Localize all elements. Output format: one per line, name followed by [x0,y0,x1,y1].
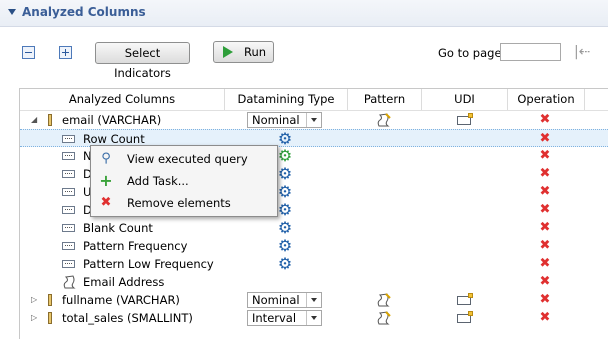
table-row[interactable]: ◢ email (VARCHAR) Nominal ✖ [20,111,608,129]
collapse-triangle-icon[interactable] [8,9,16,15]
row-label: Pattern Low Frequency [83,257,214,271]
delete-icon[interactable]: ✖ [538,167,552,181]
pattern-icon[interactable] [376,112,392,128]
gear-icon[interactable]: ⚙ [277,237,293,255]
expanded-triangle-icon[interactable]: ◢ [31,116,37,124]
row-label: Email Address [83,275,165,289]
column-icon [48,294,52,306]
row-label: Blank Count [83,221,153,235]
collapsed-triangle-icon[interactable]: ▷ [31,296,37,304]
indicator-icon [62,135,75,143]
table-row[interactable]: ▷ fullname (VARCHAR) Nominal ✖ [20,291,608,309]
expand-all-icon[interactable] [59,46,72,59]
column-icon [48,114,52,126]
delete-icon[interactable]: ✖ [538,293,552,307]
table-row[interactable]: Pattern Low Frequency ⚙ ✖ [20,255,608,273]
menu-item-add-task[interactable]: + Add Task... [91,170,277,192]
delete-icon[interactable]: ✖ [538,113,552,127]
datamining-type-select[interactable]: Nominal [247,112,322,128]
datamining-value: Nominal [252,113,300,127]
datamining-value: Nominal [252,293,300,307]
header-analyzed-columns[interactable]: Analyzed Columns [20,89,225,110]
indicator-icon [62,224,75,232]
delete-icon[interactable]: ✖ [538,221,552,235]
add-icon: + [99,171,113,190]
delete-icon[interactable]: ✖ [538,203,552,217]
section-header[interactable]: Analyzed Columns [0,0,608,27]
row-label: Pattern Frequency [83,239,188,253]
section-title: Analyzed Columns [22,5,146,19]
datamining-value: Interval [252,311,297,325]
gear-icon[interactable]: ⚙ [277,183,293,201]
delete-icon[interactable]: ✖ [538,149,552,163]
indicator-icon [62,260,75,268]
gear-check-icon[interactable]: ⚙ [277,147,293,165]
header-operation[interactable]: Operation [508,89,585,110]
header-udi[interactable]: UDI [422,89,508,110]
context-menu: ⚲ View executed query + Add Task... ✖ Re… [90,145,278,217]
run-button[interactable]: Run [213,41,274,63]
datamining-type-select[interactable]: Interval [247,310,322,326]
table-row[interactable]: Email Address ✖ [20,273,608,291]
menu-item-label: View executed query [127,152,248,166]
udi-icon[interactable] [457,113,473,125]
column-icon [48,312,52,324]
pattern-icon[interactable] [376,310,392,326]
table-row[interactable]: Pattern Frequency ⚙ ✖ [20,237,608,255]
collapse-all-icon[interactable] [22,46,35,59]
menu-item-remove-elements[interactable]: ✖ Remove elements [91,192,277,214]
delete-icon[interactable]: ✖ [538,132,552,146]
delete-icon[interactable]: ✖ [538,239,552,253]
delete-icon[interactable]: ✖ [538,275,552,289]
udi-icon[interactable] [457,311,473,323]
row-label: total_sales (SMALLINT) [62,311,193,325]
play-icon [223,46,233,58]
select-indicators-label: Select Indicators [114,46,171,80]
row-label: fullname (VARCHAR) [62,293,180,307]
select-indicators-button[interactable]: Select Indicators [95,42,190,80]
table-row[interactable]: Blank Count ⚙ ✖ [20,219,608,237]
table-row[interactable]: ▷ total_sales (SMALLINT) Interval ✖ [20,309,608,327]
header-datamining-type[interactable]: Datamining Type [225,89,348,110]
gear-icon[interactable]: ⚙ [277,219,293,237]
delete-icon[interactable]: ✖ [538,185,552,199]
row-label: email (VARCHAR) [62,113,162,127]
header-pattern[interactable]: Pattern [348,89,422,110]
indicator-icon [62,206,75,214]
datamining-type-select[interactable]: Nominal [247,292,322,308]
indicator-icon [62,242,75,250]
gear-icon[interactable]: ⚙ [277,255,293,273]
indicator-icon [62,170,75,178]
goto-page-label: Go to page [438,46,502,60]
table-header: Analyzed Columns Datamining Type Pattern… [20,89,608,111]
delete-icon[interactable]: ✖ [538,311,552,325]
delete-icon: ✖ [100,195,112,210]
collapsed-triangle-icon[interactable]: ▷ [31,314,37,322]
menu-item-label: Add Task... [127,174,189,188]
delete-icon[interactable]: ✖ [538,257,552,271]
magnifier-icon: ⚲ [101,151,111,166]
udi-icon[interactable] [457,293,473,305]
indicator-icon [62,188,75,196]
menu-item-view-executed-query[interactable]: ⚲ View executed query [91,148,277,170]
gear-icon[interactable]: ⚙ [277,165,293,183]
menu-item-label: Remove elements [127,196,231,210]
run-label: Run [244,45,267,59]
indicator-icon [62,152,75,160]
pattern-indicator-icon [63,275,76,289]
pattern-icon[interactable] [376,292,392,308]
first-page-icon[interactable]: |⇠ [574,44,598,60]
goto-page-input[interactable] [500,43,561,61]
gear-icon[interactable]: ⚙ [277,201,293,219]
